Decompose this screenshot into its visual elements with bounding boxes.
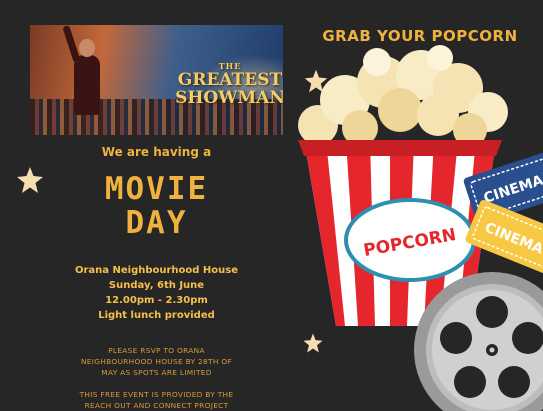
popcorn-kernels: [298, 45, 508, 147]
movie-day-flyer: THE GREATEST SHOWMAN We are having a MOV…: [0, 0, 543, 411]
popcorn-illustration: POPCORN CINEMA CINEMA: [298, 45, 543, 411]
